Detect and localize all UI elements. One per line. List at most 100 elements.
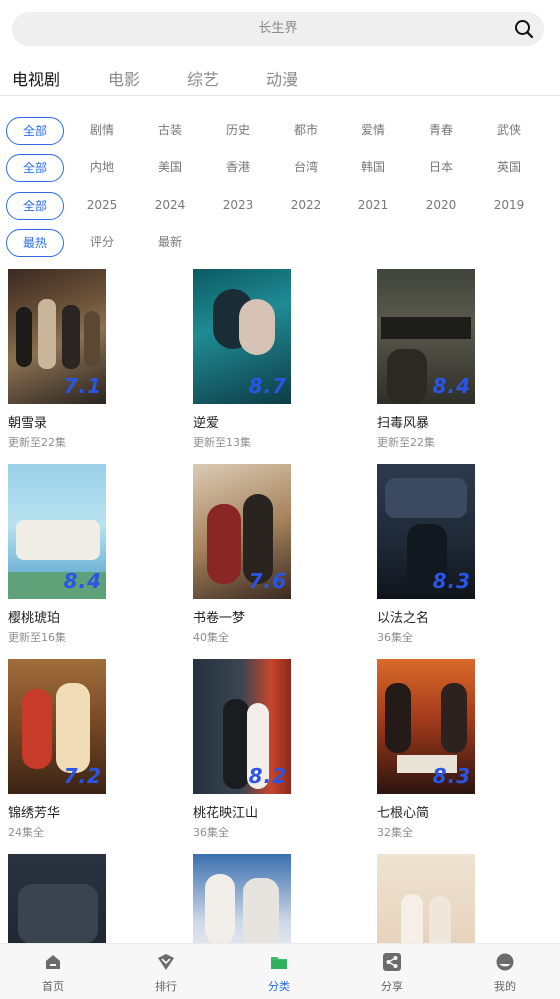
show-title: 逆爱 [193,416,220,431]
poster-image[interactable]: 8.3 [377,659,475,794]
nav-share[interactable]: 分享 [362,952,422,994]
year-chip[interactable]: 2022 [277,192,335,220]
genre-chip[interactable]: 历史 [209,117,267,145]
sort-chip[interactable]: 评分 [73,229,131,257]
region-chip[interactable]: 美国 [141,154,199,182]
poster-image[interactable]: 8.4 [8,464,106,599]
nav-label: 我的 [494,980,516,993]
genre-chip[interactable]: 青春 [412,117,470,145]
share-icon [383,953,401,971]
bottom-navigation: 首页 排行 分类 分享 我的 [0,943,560,999]
show-status: 36集全 [377,631,413,644]
show-title: 锦绣芳华 [8,806,61,821]
region-chip[interactable]: 全部 [6,154,64,182]
app-screen: 长生界 电视剧 电影 综艺 动漫 全部 剧情 古装 历史 都市 爱情 青春 武侠… [0,0,560,999]
tab-variety[interactable]: 综艺 [187,66,219,90]
nav-label: 分类 [268,980,290,993]
tab-movies[interactable]: 电影 [108,66,140,90]
year-chip[interactable]: 2024 [141,192,199,220]
filter-row-region: 全部 内地 美国 香港 台湾 韩国 日本 英国 [0,154,560,182]
genre-chip[interactable]: 武侠 [480,117,538,145]
show-status: 40集全 [193,631,229,644]
folder-icon [271,957,287,969]
poster-image[interactable]: 8.7 [193,269,291,404]
profile-icon [496,953,514,971]
year-chip[interactable]: 全部 [6,192,64,220]
sort-chip[interactable]: 最热 [6,229,64,257]
home-icon [46,955,60,969]
show-title: 七根心简 [377,806,430,821]
show-status: 更新至22集 [377,436,435,449]
search-icon[interactable] [514,19,534,39]
poster-image[interactable]: 8.2 [193,659,291,794]
show-card[interactable]: 7.6 书卷一梦 40集全 [193,464,353,645]
rating-label: 8.4 [432,374,471,398]
tab-anime[interactable]: 动漫 [266,66,298,90]
show-card[interactable]: 7.1 朝雪录 更新至22集 [8,269,168,450]
region-chip[interactable]: 日本 [412,154,470,182]
year-chip[interactable]: 2023 [209,192,267,220]
show-card[interactable]: 8.7 逆爱 更新至13集 [193,269,353,450]
rating-label: 7.6 [248,569,287,593]
nav-ranking[interactable]: 排行 [136,952,196,994]
filter-row-sort: 最热 评分 最新 [0,229,560,257]
region-chip[interactable]: 韩国 [344,154,402,182]
search-input[interactable]: 长生界 [12,12,544,46]
ranking-icon [158,954,174,970]
poster-image[interactable]: 8.4 [377,269,475,404]
show-title: 以法之名 [377,611,430,626]
region-chip[interactable]: 香港 [209,154,267,182]
show-status: 更新至22集 [8,436,66,449]
show-title: 桃花映江山 [193,806,259,821]
year-chip[interactable]: 2025 [73,192,131,220]
poster-image[interactable]: 7.6 [193,464,291,599]
filter-row-genre: 全部 剧情 古装 历史 都市 爱情 青春 武侠 [0,117,560,145]
show-card[interactable]: 8.3 七根心简 32集全 [377,659,537,840]
year-chip[interactable]: 2021 [344,192,402,220]
region-chip[interactable]: 内地 [73,154,131,182]
sort-chip[interactable]: 最新 [141,229,199,257]
show-title: 书卷一梦 [193,611,246,626]
year-chip[interactable]: 2019 [480,192,538,220]
show-card[interactable]: 8.3 以法之名 36集全 [377,464,537,645]
rating-label: 8.3 [432,764,471,788]
show-status: 24集全 [8,826,44,839]
nav-category[interactable]: 分类 [249,952,309,994]
region-chip[interactable]: 台湾 [277,154,335,182]
show-title: 樱桃琥珀 [8,611,61,626]
rating-label: 7.2 [63,764,102,788]
genre-chip[interactable]: 爱情 [344,117,402,145]
nav-label: 排行 [155,980,177,993]
show-status: 32集全 [377,826,413,839]
show-card[interactable]: 8.4 扫毒风暴 更新至22集 [377,269,537,450]
genre-chip[interactable]: 古装 [141,117,199,145]
genre-chip[interactable]: 都市 [277,117,335,145]
search-bar[interactable]: 长生界 [12,12,544,46]
year-chip[interactable]: 2020 [412,192,470,220]
tab-tv-series[interactable]: 电视剧 [12,66,60,90]
show-card[interactable]: 8.4 樱桃琥珀 更新至16集 [8,464,168,645]
category-tabs: 电视剧 电影 综艺 动漫 [0,60,560,96]
show-title: 扫毒风暴 [377,416,430,431]
poster-image[interactable]: 7.2 [8,659,106,794]
poster-image[interactable]: 7.1 [8,269,106,404]
nav-label: 分享 [381,980,403,993]
show-card[interactable]: 7.2 锦绣芳华 24集全 [8,659,168,840]
show-card[interactable]: 8.2 桃花映江山 36集全 [193,659,353,840]
rating-label: 8.7 [248,374,287,398]
rating-label: 8.2 [248,764,287,788]
genre-chip[interactable]: 全部 [6,117,64,145]
genre-chip[interactable]: 剧情 [73,117,131,145]
show-status: 更新至13集 [193,436,251,449]
show-title: 朝雪录 [8,416,48,431]
filter-row-year: 全部 2025 2024 2023 2022 2021 2020 2019 [0,192,560,220]
rating-label: 7.1 [63,374,102,398]
nav-label: 首页 [42,980,64,993]
show-status: 更新至16集 [8,631,66,644]
nav-home[interactable]: 首页 [23,952,83,994]
rating-label: 8.4 [63,569,102,593]
poster-image[interactable]: 8.3 [377,464,475,599]
nav-profile[interactable]: 我的 [475,952,535,994]
region-chip[interactable]: 英国 [480,154,538,182]
show-status: 36集全 [193,826,229,839]
